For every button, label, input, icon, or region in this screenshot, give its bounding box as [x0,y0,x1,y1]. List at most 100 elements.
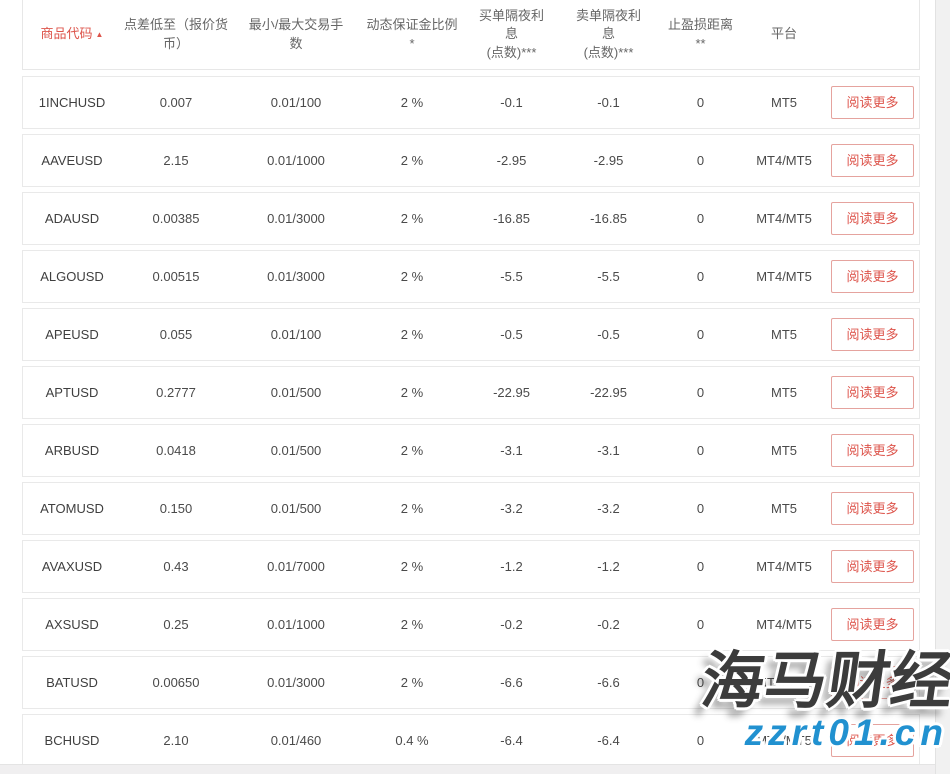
cell-product-code: BATUSD [23,675,121,690]
column-header-margin-ratio[interactable]: 动态保证金比例 * [361,16,463,52]
table-row: BATUSD0.006500.01/30002 %-6.6-6.60MT4/MT… [22,656,920,709]
cell-actions: 阅读更多 [824,144,921,178]
cell-stop-distance: 0 [657,675,744,690]
column-header-stop-distance[interactable]: 止盈损距离 ** [657,16,744,52]
cell-sell-swap: -6.6 [560,675,657,690]
cell-platform: MT5 [744,443,824,458]
cell-buy-swap: -3.1 [463,443,560,458]
cell-platform: MT4/MT5 [744,559,824,574]
read-more-button[interactable]: 阅读更多 [831,318,913,352]
cell-platform: MT5 [744,327,824,342]
cell-margin-ratio: 2 % [361,675,463,690]
cell-spread: 0.43 [121,559,231,574]
cell-product-code: BCHUSD [23,733,121,748]
cell-actions: 阅读更多 [824,434,921,468]
cell-stop-distance: 0 [657,733,744,748]
column-header-sell-swap[interactable]: 卖单隔夜利 息 (点数)*** [560,7,657,62]
table-row: AAVEUSD2.150.01/10002 %-2.95-2.950MT4/MT… [22,134,920,187]
read-more-button[interactable]: 阅读更多 [831,86,913,120]
cell-spread: 2.10 [121,733,231,748]
cell-stop-distance: 0 [657,269,744,284]
cell-margin-ratio: 2 % [361,501,463,516]
column-header-buy-swap[interactable]: 买单隔夜利 息 (点数)*** [463,7,560,62]
cell-buy-swap: -6.6 [463,675,560,690]
read-more-button[interactable]: 阅读更多 [831,260,913,294]
cell-actions: 阅读更多 [824,202,921,236]
cell-product-code: ATOMUSD [23,501,121,516]
cell-platform: MT5 [744,95,824,110]
cell-spread: 0.055 [121,327,231,342]
cell-stop-distance: 0 [657,443,744,458]
table-body: 1INCHUSD0.0070.01/1002 %-0.1-0.10MT5阅读更多… [22,76,920,767]
cell-platform: MT4/MT5 [744,269,824,284]
read-more-button[interactable]: 阅读更多 [831,608,913,642]
column-header-min-max-lots[interactable]: 最小/最大交易手 数 [231,16,361,52]
cell-min-max-lots: 0.01/100 [231,95,361,110]
cell-sell-swap: -5.5 [560,269,657,284]
table-row: AVAXUSD0.430.01/70002 %-1.2-1.20MT4/MT5阅… [22,540,920,593]
cell-margin-ratio: 2 % [361,153,463,168]
cell-spread: 0.25 [121,617,231,632]
table-row: 1INCHUSD0.0070.01/1002 %-0.1-0.10MT5阅读更多 [22,76,920,129]
cell-stop-distance: 0 [657,211,744,226]
table-row: APTUSD0.27770.01/5002 %-22.95-22.950MT5阅… [22,366,920,419]
cell-min-max-lots: 0.01/7000 [231,559,361,574]
cell-stop-distance: 0 [657,385,744,400]
cell-sell-swap: -3.1 [560,443,657,458]
cell-spread: 0.00515 [121,269,231,284]
cell-product-code: AAVEUSD [23,153,121,168]
cell-stop-distance: 0 [657,559,744,574]
read-more-button[interactable]: 阅读更多 [831,724,913,758]
vertical-scrollbar[interactable] [935,0,950,774]
cell-spread: 0.00385 [121,211,231,226]
read-more-button[interactable]: 阅读更多 [831,492,913,526]
cell-actions: 阅读更多 [824,318,921,352]
column-header-spread[interactable]: 点差低至（报价货 币） [121,16,231,52]
cell-buy-swap: -2.95 [463,153,560,168]
cell-min-max-lots: 0.01/3000 [231,211,361,226]
read-more-button[interactable]: 阅读更多 [831,550,913,584]
sort-asc-icon: ▲ [96,30,104,39]
read-more-button[interactable]: 阅读更多 [831,666,913,700]
cell-margin-ratio: 2 % [361,385,463,400]
cell-actions: 阅读更多 [824,550,921,584]
cell-actions: 阅读更多 [824,86,921,120]
read-more-button[interactable]: 阅读更多 [831,434,913,468]
column-header-product-code[interactable]: 商品代码▲ [23,25,121,43]
cell-spread: 0.150 [121,501,231,516]
cell-product-code: 1INCHUSD [23,95,121,110]
cell-platform: MT4/MT5 [744,617,824,632]
cell-sell-swap: -2.95 [560,153,657,168]
cell-stop-distance: 0 [657,617,744,632]
column-header-label: 商品代码 [41,26,93,41]
cell-platform: MT4/MT5 [744,211,824,226]
read-more-button[interactable]: 阅读更多 [831,202,913,236]
cell-min-max-lots: 0.01/3000 [231,269,361,284]
cell-margin-ratio: 2 % [361,559,463,574]
table-row: ATOMUSD0.1500.01/5002 %-3.2-3.20MT5阅读更多 [22,482,920,535]
cell-buy-swap: -5.5 [463,269,560,284]
cell-platform: MT4/MT5 [744,733,824,748]
cell-margin-ratio: 2 % [361,95,463,110]
cell-sell-swap: -6.4 [560,733,657,748]
cell-stop-distance: 0 [657,153,744,168]
cell-margin-ratio: 2 % [361,617,463,632]
cell-platform: MT4/MT5 [744,675,824,690]
cell-sell-swap: -0.5 [560,327,657,342]
cell-sell-swap: -0.2 [560,617,657,632]
read-more-button[interactable]: 阅读更多 [831,144,913,178]
table-row: BCHUSD2.100.01/4600.4 %-6.4-6.40MT4/MT5阅… [22,714,920,767]
column-header-platform[interactable]: 平台 [744,25,824,43]
cell-min-max-lots: 0.01/1000 [231,617,361,632]
cell-sell-swap: -0.1 [560,95,657,110]
cell-actions: 阅读更多 [824,376,921,410]
read-more-button[interactable]: 阅读更多 [831,376,913,410]
cell-spread: 0.2777 [121,385,231,400]
table-row: AXSUSD0.250.01/10002 %-0.2-0.20MT4/MT5阅读… [22,598,920,651]
cell-product-code: ADAUSD [23,211,121,226]
horizontal-scrollbar[interactable] [0,764,935,774]
cell-margin-ratio: 2 % [361,443,463,458]
table-row: ADAUSD0.003850.01/30002 %-16.85-16.850MT… [22,192,920,245]
cell-actions: 阅读更多 [824,492,921,526]
cell-product-code: APTUSD [23,385,121,400]
